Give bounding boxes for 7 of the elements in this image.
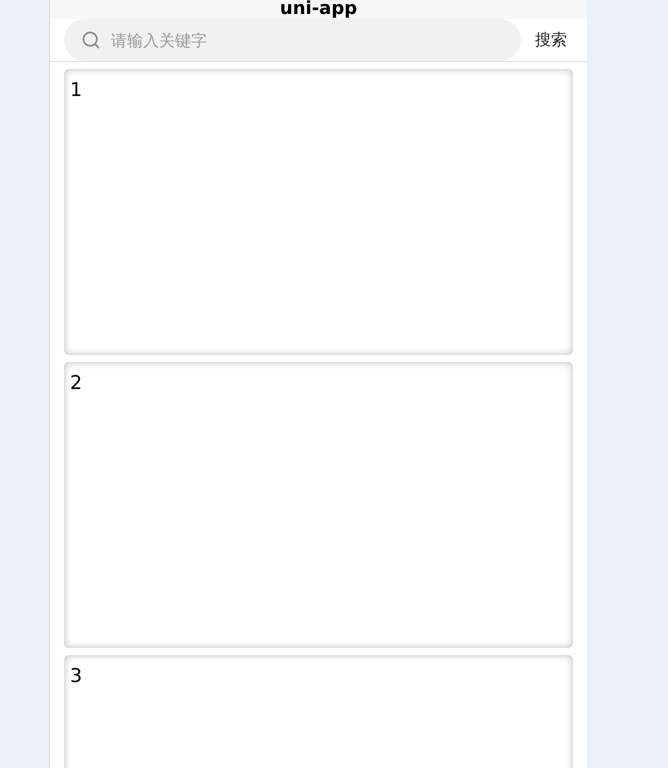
search-button[interactable]: 搜索 <box>535 28 573 52</box>
card-number: 2 <box>70 372 82 394</box>
search-icon <box>81 30 101 50</box>
card-number: 3 <box>70 665 82 687</box>
page-title: uni-app <box>280 0 358 19</box>
search-field[interactable]: 请输入关键字 <box>64 19 521 61</box>
card-number: 1 <box>70 79 82 101</box>
